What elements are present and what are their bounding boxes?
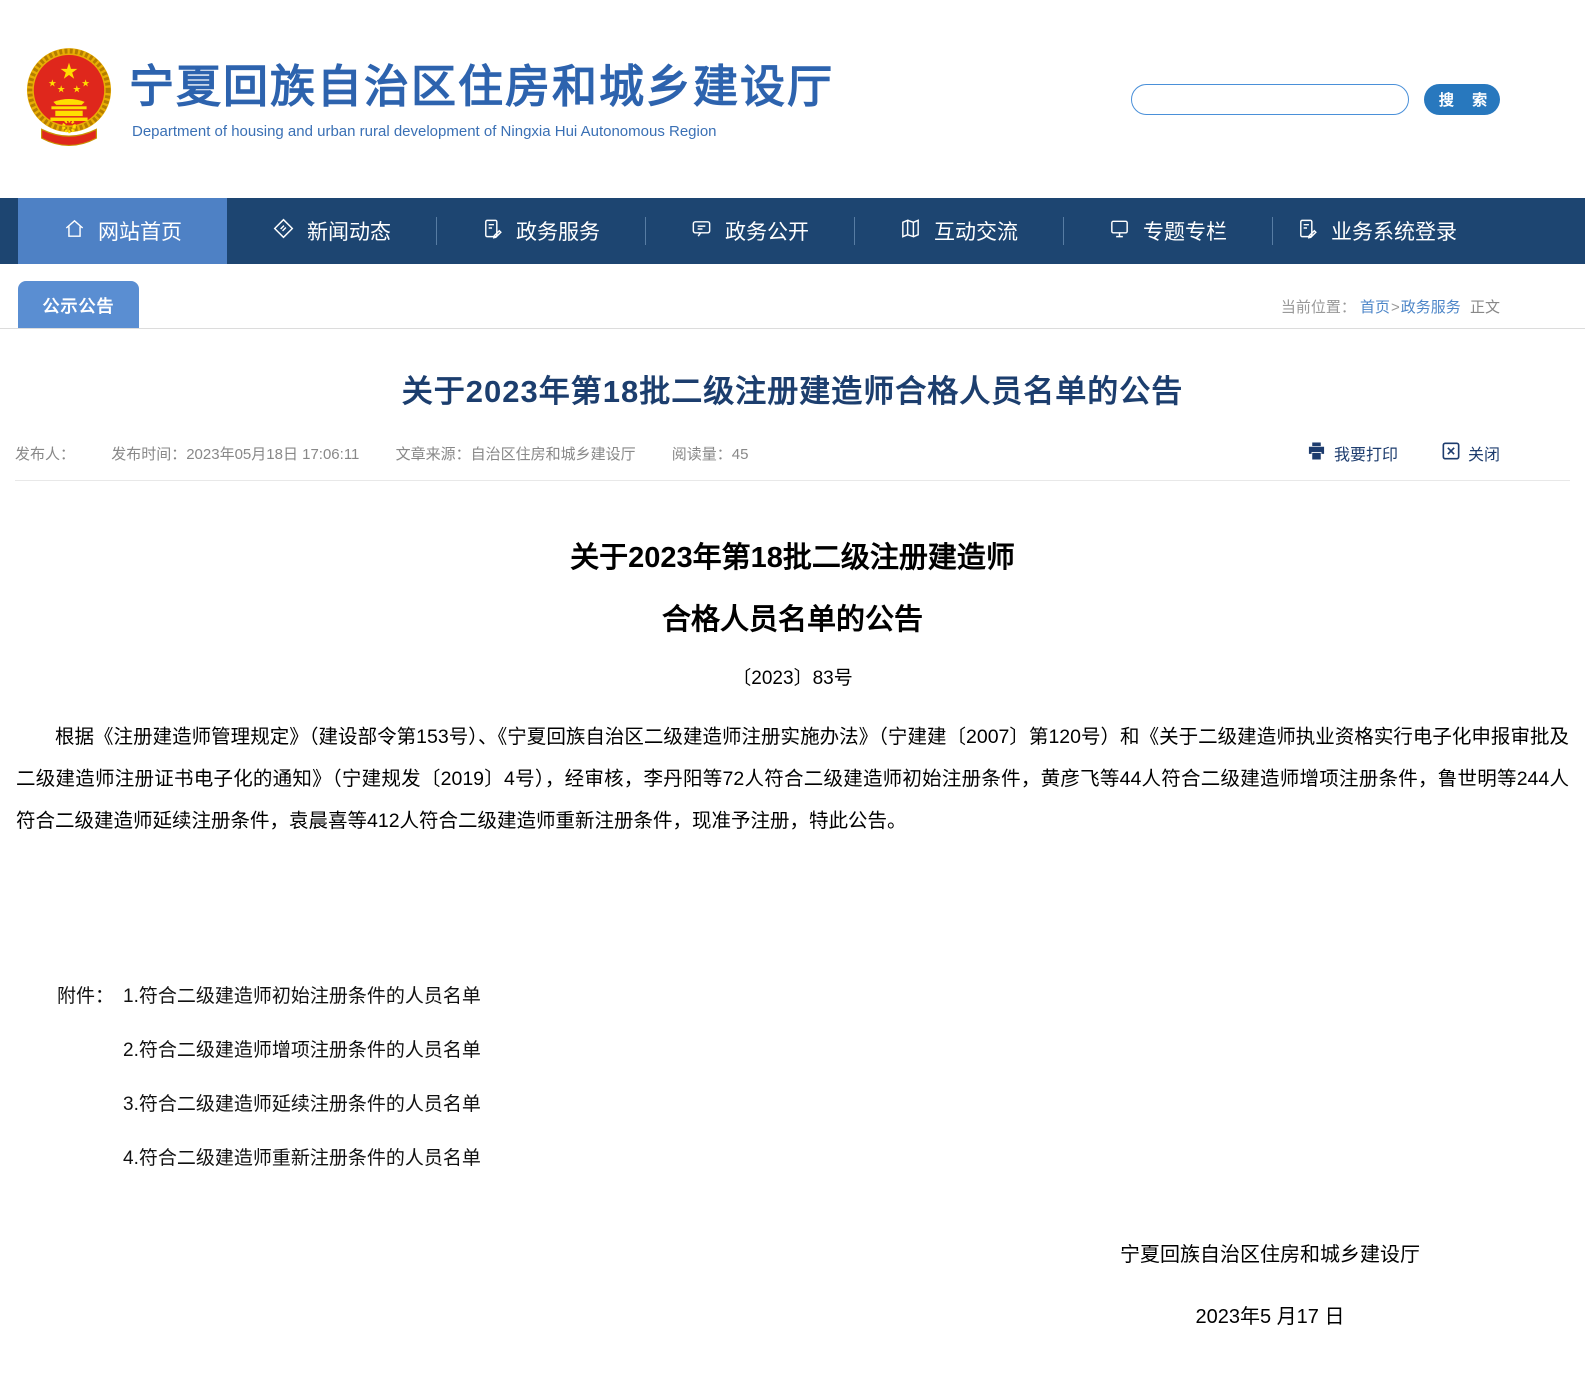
close-label: 关闭: [1468, 441, 1500, 465]
nav-item-interaction[interactable]: 互动交流: [854, 198, 1063, 264]
view-count: 阅读量：45: [672, 446, 749, 463]
publish-time: 发布时间：2023年05月18日 17:06:11: [111, 446, 359, 463]
attachment-row: 2.符合二级建造师增项注册条件的人员名单: [57, 1024, 1585, 1078]
document-pen-icon: [481, 217, 504, 246]
printer-icon: [1307, 442, 1326, 465]
tab-public-announcements[interactable]: 公示公告: [18, 281, 139, 328]
attachments-label: 附件：: [57, 970, 123, 1024]
attachment-link-3[interactable]: 3.符合二级建造师延续注册条件的人员名单: [123, 1078, 481, 1132]
national-emblem-logo: [25, 42, 113, 154]
article-actions: 我要打印 关闭: [1307, 441, 1500, 465]
nav-item-label: 政务服务: [516, 216, 600, 246]
close-icon: [1442, 442, 1460, 465]
signature-organization: 宁夏回族自治区住房和城乡建设厅: [1055, 1238, 1485, 1267]
document-heading-line2: 合格人员名单的公告: [0, 589, 1585, 651]
section-tab-row: 公示公告 当前位置： 首页>政务服务 正文: [0, 281, 1585, 329]
nav-item-news[interactable]: 新闻动态: [227, 198, 436, 264]
search-box: 搜 索: [1131, 84, 1500, 115]
article-source: 文章来源：自治区住房和城乡建设厅: [396, 446, 636, 463]
nav-item-business-login[interactable]: 业务系统登录: [1272, 198, 1481, 264]
breadcrumb-prefix: 当前位置：: [1281, 299, 1356, 316]
nav-item-home[interactable]: 网站首页: [18, 198, 227, 264]
nav-item-services[interactable]: 政务服务: [436, 198, 645, 264]
nav-item-label: 新闻动态: [307, 216, 391, 246]
document-number: 〔2023〕83号: [0, 663, 1585, 690]
search-input[interactable]: [1131, 84, 1409, 115]
attachment-row: 3.符合二级建造师延续注册条件的人员名单: [57, 1078, 1585, 1132]
nav-item-disclosure[interactable]: 政务公开: [645, 198, 854, 264]
site-subtitle: Department of housing and urban rural de…: [132, 123, 717, 140]
nav-item-label: 政务公开: [725, 216, 809, 246]
search-button[interactable]: 搜 索: [1424, 84, 1500, 115]
document-heading-line1: 关于2023年第18批二级注册建造师: [0, 527, 1585, 589]
breadcrumb-section-link[interactable]: 政务服务: [1401, 299, 1461, 316]
attachment-link-2[interactable]: 2.符合二级建造师增项注册条件的人员名单: [123, 1024, 481, 1078]
print-label: 我要打印: [1334, 441, 1398, 465]
breadcrumb-current: 正文: [1470, 299, 1500, 316]
signature-block: 宁夏回族自治区住房和城乡建设厅 2023年5 月17 日: [1055, 1238, 1485, 1329]
print-button[interactable]: 我要打印: [1307, 441, 1398, 465]
nav-item-label: 网站首页: [98, 216, 182, 246]
signature-date: 2023年5 月17 日: [1055, 1300, 1485, 1329]
main-navigation: 网站首页 新闻动态 政务服务 政务公开 互动交流 专题专栏 业务系统登录: [0, 198, 1585, 264]
nav-item-label: 专题专栏: [1143, 216, 1227, 246]
home-icon: [63, 217, 86, 246]
close-button[interactable]: 关闭: [1442, 441, 1500, 465]
attachments-list: 附件： 1.符合二级建造师初始注册条件的人员名单 2.符合二级建造师增项注册条件…: [57, 970, 1585, 1186]
breadcrumb-home-link[interactable]: 首页: [1360, 299, 1390, 316]
page-title: 关于2023年第18批二级注册建造师合格人员名单的公告: [0, 366, 1585, 411]
nav-item-label: 互动交流: [934, 216, 1018, 246]
tag-icon: [272, 217, 295, 246]
nav-item-special-topics[interactable]: 专题专栏: [1063, 198, 1272, 264]
site-title: 宁夏回族自治区住房和城乡建设厅: [129, 50, 834, 115]
document-paragraph: 根据《注册建造师管理规定》（建设部令第153号）、《宁夏回族自治区二级建造师注册…: [16, 716, 1569, 842]
breadcrumb: 当前位置： 首页>政务服务 正文: [1281, 296, 1500, 317]
document-heading: 关于2023年第18批二级注册建造师 合格人员名单的公告: [0, 527, 1585, 651]
site-header: 宁夏回族自治区住房和城乡建设厅 Department of housing an…: [0, 0, 1585, 198]
speech-bubble-icon: [690, 217, 713, 246]
attachment-row: 附件： 1.符合二级建造师初始注册条件的人员名单: [57, 970, 1585, 1024]
attachment-row: 4.符合二级建造师重新注册条件的人员名单: [57, 1132, 1585, 1186]
monitor-icon: [1108, 217, 1131, 246]
publisher-label: 发布人：: [15, 446, 75, 463]
attachment-link-4[interactable]: 4.符合二级建造师重新注册条件的人员名单: [123, 1132, 481, 1186]
article-meta-row: 发布人： 发布时间：2023年05月18日 17:06:11 文章来源：自治区住…: [15, 441, 1570, 481]
attachment-link-1[interactable]: 1.符合二级建造师初始注册条件的人员名单: [123, 970, 481, 1024]
nav-item-label: 业务系统登录: [1331, 216, 1457, 246]
document-pen-icon: [1296, 217, 1319, 246]
folded-map-icon: [899, 217, 922, 246]
article-meta: 发布人： 发布时间：2023年05月18日 17:06:11 文章来源：自治区住…: [15, 443, 780, 464]
breadcrumb-separator: >: [1391, 299, 1400, 316]
